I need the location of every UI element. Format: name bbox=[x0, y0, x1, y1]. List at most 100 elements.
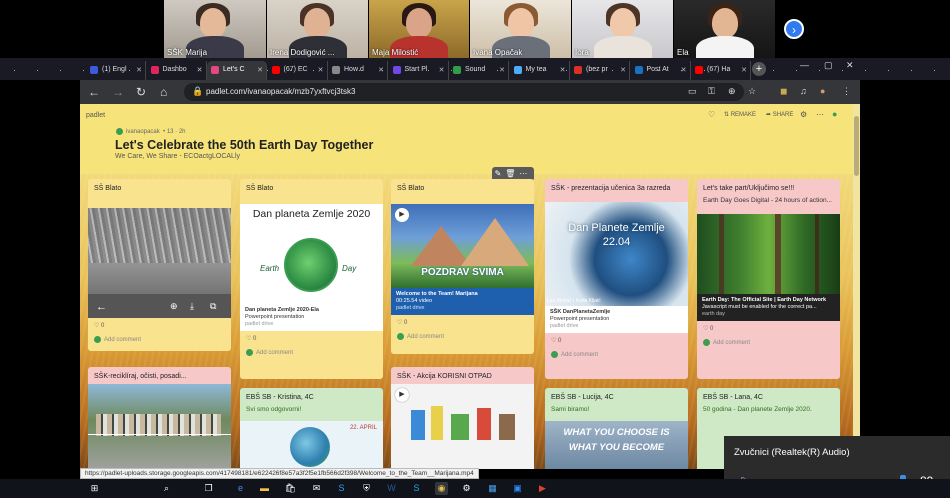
audio-device-label[interactable]: Zvučnici (Realtek(R) Audio) bbox=[734, 447, 850, 458]
quote-banner[interactable]: WHAT YOU CHOOSE IS WHAT YOU BECOME bbox=[545, 421, 688, 469]
settings-icon[interactable]: ⚙ bbox=[460, 482, 473, 495]
add-comment[interactable]: Add comment bbox=[88, 333, 231, 348]
minimize-icon[interactable]: — bbox=[800, 60, 809, 70]
settings-gear-icon[interactable]: ⚙ bbox=[800, 110, 807, 119]
play-icon[interactable]: ▶ bbox=[395, 208, 409, 222]
attachment-caption[interactable]: Dan planeta Zemlje 2020-Ela Powerpoint p… bbox=[240, 304, 383, 331]
participant-tile[interactable]: Irena Dodigović ... bbox=[267, 0, 368, 58]
bookmark-star-icon[interactable]: ☆ bbox=[748, 86, 756, 97]
home-icon[interactable]: ⌂ bbox=[160, 85, 167, 99]
gallery-viewer[interactable]: ← ⊕ ⤓ ⧉ bbox=[88, 208, 231, 318]
chrome-icon[interactable]: ◉ bbox=[435, 482, 448, 495]
close-tab-icon[interactable]: ✕ bbox=[499, 66, 505, 74]
participant-tile[interactable]: Ela bbox=[674, 0, 775, 58]
media-player-icon[interactable]: ▶ bbox=[536, 482, 549, 495]
url-input[interactable]: 🔒 padlet.com/ivanaopacak/mzb7yxftvcj3tsk… bbox=[184, 83, 744, 101]
attachment-caption[interactable]: SŠK DanPlanetaZemlje Powerpoint presenta… bbox=[545, 306, 688, 333]
store-icon[interactable]: 🛍 bbox=[284, 482, 297, 495]
download-icon[interactable]: ⤓ bbox=[190, 301, 194, 312]
post-card[interactable]: SŠ Blato Dan planeta Zemlje 2020 Earth D… bbox=[240, 179, 383, 379]
author-name[interactable]: ivanaopacak bbox=[126, 129, 160, 135]
play-icon[interactable]: ▶ bbox=[395, 388, 409, 402]
like-count[interactable]: ♡ 0 bbox=[391, 315, 534, 330]
like-heart-icon[interactable]: ♡ bbox=[708, 110, 715, 119]
back-icon[interactable]: ← bbox=[88, 85, 100, 99]
browser-tab[interactable]: (67) Ha ✕ bbox=[691, 61, 751, 80]
close-tab-icon[interactable]: ✕ bbox=[318, 66, 324, 74]
post-card[interactable]: EBŠ SB - Kristina, 4C Svi smo odgovorni!… bbox=[240, 388, 383, 469]
close-tab-icon[interactable]: ✕ bbox=[439, 66, 445, 74]
participant-tile[interactable]: Ivana Opačak bbox=[470, 0, 571, 58]
like-count[interactable]: ♡ 0 bbox=[88, 318, 231, 333]
open-external-icon[interactable]: ⧉ bbox=[210, 301, 216, 312]
close-tab-icon[interactable]: ✕ bbox=[681, 66, 687, 74]
participant-tile[interactable]: Maja Milostić bbox=[369, 0, 469, 58]
like-count[interactable]: ♡ 0 bbox=[697, 321, 840, 336]
add-comment[interactable]: Add comment bbox=[697, 336, 840, 351]
participant-tile[interactable]: Iora bbox=[572, 0, 673, 58]
zoom-app-icon[interactable]: ▣ bbox=[511, 482, 524, 495]
like-count[interactable]: ♡ 0 bbox=[240, 331, 383, 346]
attachment-caption[interactable]: Welcome to the Team! Marijana 00:25.54 v… bbox=[391, 288, 534, 315]
chevron-right-icon[interactable]: › bbox=[784, 19, 804, 39]
browser-tab[interactable]: My tea ✕ bbox=[510, 61, 570, 80]
gallery-back-icon[interactable]: ← bbox=[96, 301, 107, 313]
page-scrollbar[interactable] bbox=[853, 104, 860, 469]
close-tab-icon[interactable]: ✕ bbox=[378, 66, 384, 74]
skype-business-icon[interactable]: S bbox=[410, 482, 423, 495]
browser-tab[interactable]: (67) EC ✕ bbox=[268, 61, 328, 80]
browser-tab[interactable]: How d ✕ bbox=[328, 61, 388, 80]
new-tab-button[interactable]: + bbox=[752, 62, 766, 76]
group-photo[interactable] bbox=[88, 384, 231, 469]
maximize-icon[interactable]: ▢ bbox=[824, 60, 833, 71]
share-button[interactable]: ➦ SHARE bbox=[766, 111, 793, 118]
add-comment[interactable]: Add comment bbox=[391, 330, 534, 345]
close-tab-icon[interactable]: ✕ bbox=[197, 66, 203, 74]
post-card[interactable]: SŠK-reciklíraj, očisti, posadi... bbox=[88, 367, 231, 469]
close-tab-icon[interactable]: ✕ bbox=[620, 66, 626, 74]
browser-tab[interactable]: Dashbo ✕ bbox=[147, 61, 207, 80]
video-preview[interactable]: ▶ POZDRAV SVIMA bbox=[391, 204, 534, 288]
key-icon[interactable]: ⚿ bbox=[708, 86, 715, 97]
reload-icon[interactable]: ↻ bbox=[136, 85, 146, 99]
browser-tab[interactable]: Post At ✕ bbox=[631, 61, 691, 80]
browser-tab[interactable]: Let's C ✕ bbox=[207, 61, 267, 80]
task-view-icon[interactable]: ❐ bbox=[202, 482, 215, 495]
zoom-icon[interactable]: ⊕ bbox=[170, 301, 178, 312]
close-tab-icon[interactable]: ✕ bbox=[560, 66, 566, 74]
post-card[interactable]: Let's take part/Uključimo se!!! Earth Da… bbox=[697, 179, 840, 379]
search-icon[interactable]: ⌕ bbox=[160, 482, 173, 495]
post-card[interactable]: EBŠ SB - Lucija, 4C Sami biramo! WHAT YO… bbox=[545, 388, 688, 469]
photos-icon[interactable]: ▦ bbox=[486, 482, 499, 495]
browser-tab[interactable]: (1) Engl ✕ bbox=[86, 61, 146, 80]
post-card[interactable]: SŠK - Akcija KORISNI OTPAD ▶ bbox=[391, 367, 534, 469]
post-card[interactable]: SŠ Blato ▶ POZDRAV SVIMA Welcome to the … bbox=[391, 179, 534, 354]
waste-photo[interactable]: ▶ bbox=[391, 384, 534, 469]
edge-icon[interactable]: e bbox=[234, 482, 247, 495]
add-comment[interactable]: Add comment bbox=[240, 346, 383, 361]
padlet-logo[interactable]: padlet bbox=[86, 112, 105, 119]
forward-icon[interactable]: → bbox=[112, 85, 124, 99]
like-count[interactable]: ♡ 0 bbox=[545, 333, 688, 348]
more-icon[interactable]: ⋯ bbox=[816, 110, 824, 119]
file-explorer-icon[interactable]: ▬ bbox=[258, 482, 271, 495]
forest-image[interactable] bbox=[697, 214, 840, 294]
browser-tab[interactable]: Start Pl ✕ bbox=[389, 61, 449, 80]
defender-icon[interactable]: ⛨ bbox=[360, 482, 373, 495]
close-tab-icon[interactable]: ✕ bbox=[741, 66, 747, 74]
extension-icon[interactable]: ◼ bbox=[780, 86, 787, 97]
poster-image[interactable]: 22. APRIL bbox=[240, 421, 383, 469]
presentation-preview[interactable]: Dan planeta Zemlje 2020 Earth Day bbox=[240, 204, 383, 304]
close-tab-icon[interactable]: ✕ bbox=[136, 66, 142, 74]
browser-tab[interactable]: Sound ✕ bbox=[449, 61, 509, 80]
presentation-preview[interactable]: Dan Planete Zemlje 22.04 Lea Mohač i Kar… bbox=[545, 202, 688, 306]
windows-start-icon[interactable]: ⊞ bbox=[88, 482, 101, 495]
mail-icon[interactable]: ✉ bbox=[310, 482, 323, 495]
menu-icon[interactable]: ⋮ bbox=[842, 86, 851, 97]
media-icon[interactable]: ♫ bbox=[800, 86, 807, 96]
add-comment[interactable]: Add comment bbox=[545, 348, 688, 363]
user-avatar[interactable]: ● bbox=[832, 109, 837, 119]
word-icon[interactable]: W bbox=[385, 482, 398, 495]
skype-icon[interactable]: S bbox=[335, 482, 348, 495]
close-window-icon[interactable]: ✕ bbox=[846, 60, 854, 71]
